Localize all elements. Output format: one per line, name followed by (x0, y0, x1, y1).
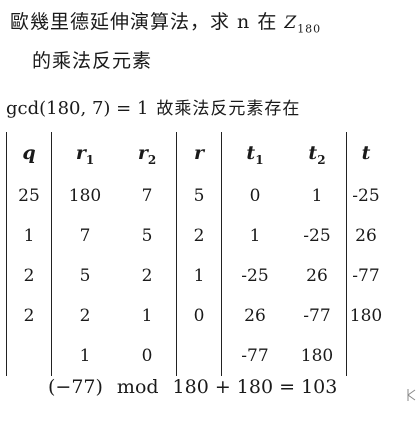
title-line-2: 的乘法反元素 (32, 50, 153, 73)
cell-q: 2 (6, 256, 52, 296)
cell-r1: 7 (51, 216, 118, 256)
formula-right: 180 + 180 = 103 (172, 376, 338, 398)
cell-t1: 26 (221, 296, 288, 336)
title-text: 歐幾里德延伸演算法，求 n 在 (10, 11, 278, 33)
cell-r2: 2 (141, 266, 153, 286)
header-t2: t2 (308, 141, 326, 167)
cell-t2: -25 (303, 226, 331, 246)
cell-t2: -77 (303, 306, 331, 326)
cell-t2: 26 (306, 266, 328, 286)
table-row: 1 7 5 2 1 -25 26 (6, 216, 385, 256)
cell-r1: 2 (51, 296, 118, 336)
header-t: t (346, 132, 385, 176)
table-row: 2 2 1 0 26 -77 180 (6, 296, 385, 336)
gcd-conclusion: 故乘法反元素存在 (156, 99, 301, 119)
cell-r: 2 (176, 216, 222, 256)
table-row: 25 180 7 5 0 1 -25 (6, 176, 385, 216)
title-line-1: 歐幾里德延伸演算法，求 n 在 Z180 (10, 6, 414, 45)
formula-mod: mod (116, 376, 159, 398)
cell-q: 2 (6, 296, 52, 336)
cell-q (6, 336, 52, 376)
table-header-row: q r1 r2 r t1 t2 t (6, 132, 385, 176)
cell-r2: 7 (141, 186, 153, 206)
cell-t1: 0 (221, 176, 288, 216)
cell-t: -77 (346, 256, 385, 296)
extended-euclid-table: q r1 r2 r t1 t2 t 25 180 7 5 0 1 -25 1 7… (6, 132, 385, 376)
header-r2: r2 (137, 141, 157, 167)
cell-t: -25 (346, 176, 385, 216)
cell-q: 1 (6, 216, 52, 256)
table-row: 2 5 2 1 -25 26 -77 (6, 256, 385, 296)
cell-q: 25 (6, 176, 52, 216)
cell-t1: -77 (221, 336, 288, 376)
formula-left: (−77) (48, 376, 103, 398)
cell-t2: 1 (311, 186, 323, 206)
text-cursor-icon (407, 389, 416, 401)
cell-t2: 180 (300, 346, 334, 366)
problem-title: 歐幾里德延伸演算法，求 n 在 Z180 的乘法反元素 (10, 6, 414, 78)
cell-r: 0 (176, 296, 222, 336)
header-r: r (176, 132, 222, 176)
z-set-symbol: Z180 (284, 13, 322, 36)
cell-r: 5 (176, 176, 222, 216)
cell-r2: 0 (141, 346, 153, 366)
cell-r: 1 (176, 256, 222, 296)
final-formula: (−77) mod 180 + 180 = 103 (48, 376, 337, 398)
cell-r1: 180 (51, 176, 118, 216)
header-q: q (6, 132, 52, 176)
gcd-statement: gcd(180, 7) = 1 故乘法反元素存在 (6, 94, 300, 119)
cell-t: 180 (346, 296, 385, 336)
gcd-math: gcd(180, 7) = 1 (6, 98, 149, 119)
cell-t1: 1 (221, 216, 288, 256)
cell-r2: 1 (141, 306, 153, 326)
cell-r1: 5 (51, 256, 118, 296)
cell-t (346, 336, 385, 376)
cell-t1: -25 (221, 256, 288, 296)
cell-r1: 1 (51, 336, 118, 376)
cell-t: 26 (346, 216, 385, 256)
cell-r (176, 336, 222, 376)
header-r1: r1 (51, 132, 118, 176)
table-row: 1 0 -77 180 (6, 336, 385, 376)
header-t1: t1 (221, 132, 288, 176)
cell-r2: 5 (141, 226, 153, 246)
